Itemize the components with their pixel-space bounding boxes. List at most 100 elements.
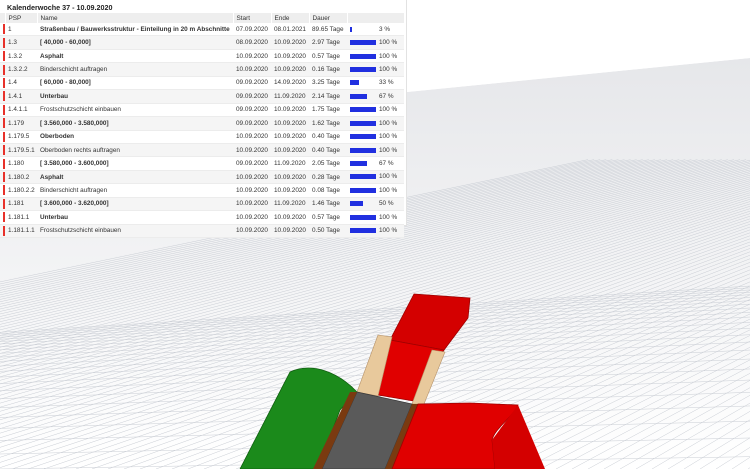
- status-marker-cell: [0, 62, 5, 77]
- end-date: 10.09.2020: [274, 52, 306, 60]
- cell-start: 10.09.2020: [233, 62, 271, 77]
- header-start[interactable]: Start: [233, 13, 272, 23]
- status-marker-cell: [0, 170, 5, 185]
- cell-end: 10.09.2020: [271, 183, 309, 198]
- status-marker-cell: [0, 156, 5, 171]
- header-end[interactable]: Ende: [271, 13, 310, 23]
- cell-start: 10.09.2020: [233, 170, 271, 185]
- header-psp[interactable]: PSP: [5, 13, 38, 23]
- progress-bar: [350, 107, 376, 113]
- start-date: 07.09.2020: [236, 25, 268, 33]
- cell-start: 10.09.2020: [233, 130, 271, 144]
- end-date: 10.09.2020: [274, 66, 306, 74]
- table-row[interactable]: 1.180 [ 3.580,000 - 3.600,000] 09.09.2020 1…: [0, 156, 404, 171]
- cell-end: 10.09.2020: [271, 130, 309, 144]
- progress-fill: [350, 26, 353, 32]
- progress-bar: [350, 93, 376, 99]
- psp-code: 1.180: [8, 160, 24, 168]
- cell-name: [ 3.600,000 - 3.620,000]: [37, 197, 233, 212]
- progress-label: 3 %: [379, 25, 391, 33]
- task-name: [ 60,000 - 80,000]: [40, 79, 91, 87]
- status-marker: [3, 172, 5, 183]
- cell-progress: 100 %: [347, 210, 404, 225]
- cell-progress: 3 %: [347, 23, 404, 37]
- progress-fill: [350, 93, 368, 99]
- task-name: Asphalt: [40, 173, 64, 181]
- table-row[interactable]: 1.180.2.2 Binderschicht auftragen 10.09.20…: [0, 183, 404, 198]
- end-date: 11.09.2020: [274, 160, 306, 168]
- schedule-panel: Kalenderwoche 37 - 10.09.2020 PSP Name S…: [0, 0, 407, 239]
- cell-progress: 50 %: [347, 197, 404, 212]
- duration: 0.50 Tage: [312, 227, 340, 235]
- table-row[interactable]: 1.179.5 Oberboden 10.09.2020 10.09.2020 0.40…: [0, 130, 404, 144]
- status-marker: [3, 131, 5, 142]
- progress-fill: [350, 228, 376, 234]
- cell-psp: 1.4: [5, 76, 37, 91]
- cell-duration: 0.40 Tage: [309, 130, 347, 144]
- duration: 0.08 Tage: [312, 186, 340, 194]
- cell-duration: 0.57 Tage: [309, 210, 347, 225]
- header-duration[interactable]: Dauer: [309, 13, 348, 23]
- table-row[interactable]: 1.3 [ 40,000 - 60,000] 08.09.2020 10.09.202…: [0, 35, 404, 50]
- progress-fill: [350, 147, 376, 153]
- progress-bar: [350, 80, 376, 86]
- cell-progress: 100 %: [347, 224, 404, 239]
- table-row[interactable]: 1.4 [ 60,000 - 80,000] 09.09.2020 14.09.202…: [0, 76, 404, 91]
- table-row[interactable]: 1.4.1 Unterbau 09.09.2020 11.09.2020 2.14 Ta…: [0, 89, 404, 104]
- cell-duration: 1.46 Tage: [309, 197, 347, 212]
- cell-duration: 2.97 Tage: [309, 35, 347, 50]
- header-name[interactable]: Name: [37, 13, 234, 23]
- progress-label: 100 %: [379, 227, 398, 235]
- table-row[interactable]: 1.179.5.1 Oberboden rechts auftragen 10.09…: [0, 143, 404, 158]
- header-progress[interactable]: [347, 13, 405, 23]
- table-row[interactable]: 1.179 [ 3.560,000 - 3.580,000] 09.09.2020 1…: [0, 116, 404, 131]
- cell-start: 09.09.2020: [233, 103, 271, 118]
- end-date: 11.09.2020: [274, 200, 306, 208]
- cell-end: 10.09.2020: [271, 103, 309, 118]
- psp-code: 1.180.2.2: [8, 186, 35, 194]
- cell-progress: 33 %: [347, 76, 404, 91]
- table-row[interactable]: 1.181.1 Unterbau 10.09.2020 10.09.2020 0.57 …: [0, 210, 404, 225]
- table-row[interactable]: 1.3.2.2 Binderschicht auftragen 10.09.2020…: [0, 62, 404, 77]
- cell-end: 11.09.2020: [271, 197, 309, 212]
- table-row[interactable]: 1.181 [ 3.600,000 - 3.620,000] 10.09.2020 1…: [0, 197, 404, 212]
- duration: 3.25 Tage: [312, 79, 340, 87]
- table-row[interactable]: 1 Straßenbau / Bauwerksstruktur - Einteil…: [0, 23, 404, 37]
- start-date: 09.09.2020: [236, 79, 268, 87]
- cell-start: 10.09.2020: [233, 224, 271, 239]
- cell-end: 11.09.2020: [271, 89, 309, 104]
- progress-label: 100 %: [379, 146, 398, 154]
- end-date: 10.09.2020: [274, 173, 306, 181]
- progress-label: 100 %: [379, 65, 398, 73]
- status-marker: [3, 158, 5, 169]
- cell-duration: 0.40 Tage: [309, 143, 347, 158]
- progress-label: 100 %: [379, 106, 398, 114]
- status-marker-cell: [0, 23, 5, 37]
- table-row[interactable]: 1.4.1.1 Frostschutzschicht einbauen 09.09.…: [0, 103, 404, 118]
- duration: 1.62 Tage: [312, 119, 340, 127]
- psp-code: 1.181.1.1: [8, 227, 35, 235]
- progress-label: 100 %: [379, 52, 398, 60]
- schedule-table: PSP Name Start Ende Dauer 1 Straßenbau / …: [0, 13, 405, 239]
- status-marker: [3, 145, 5, 156]
- cell-progress: 100 %: [347, 62, 404, 77]
- cell-progress: 100 %: [347, 183, 404, 198]
- progress-fill: [350, 134, 376, 140]
- cell-progress: 100 %: [347, 130, 404, 144]
- status-marker: [3, 51, 5, 62]
- task-name: Asphalt: [40, 52, 64, 60]
- table-row[interactable]: 1.181.1.1 Frostschutzschicht einbauen 10.0…: [0, 224, 404, 239]
- table-row[interactable]: 1.3.2 Asphalt 10.09.2020 10.09.2020 0.57 Tag…: [0, 49, 404, 64]
- start-date: 09.09.2020: [236, 160, 268, 168]
- progress-fill: [350, 120, 376, 126]
- table-row[interactable]: 1.180.2 Asphalt 10.09.2020 10.09.2020 0.28 T…: [0, 170, 404, 185]
- cell-start: 07.09.2020: [233, 23, 271, 37]
- start-date: 10.09.2020: [236, 66, 268, 74]
- task-name: Unterbau: [40, 213, 69, 221]
- cell-psp: 1.4.1.1: [5, 103, 37, 118]
- task-name: [ 40,000 - 60,000]: [40, 39, 91, 47]
- psp-code: 1: [8, 25, 12, 33]
- progress-fill: [350, 161, 368, 166]
- progress-label: 67 %: [379, 160, 394, 167]
- cell-name: [ 40,000 - 60,000]: [37, 35, 233, 50]
